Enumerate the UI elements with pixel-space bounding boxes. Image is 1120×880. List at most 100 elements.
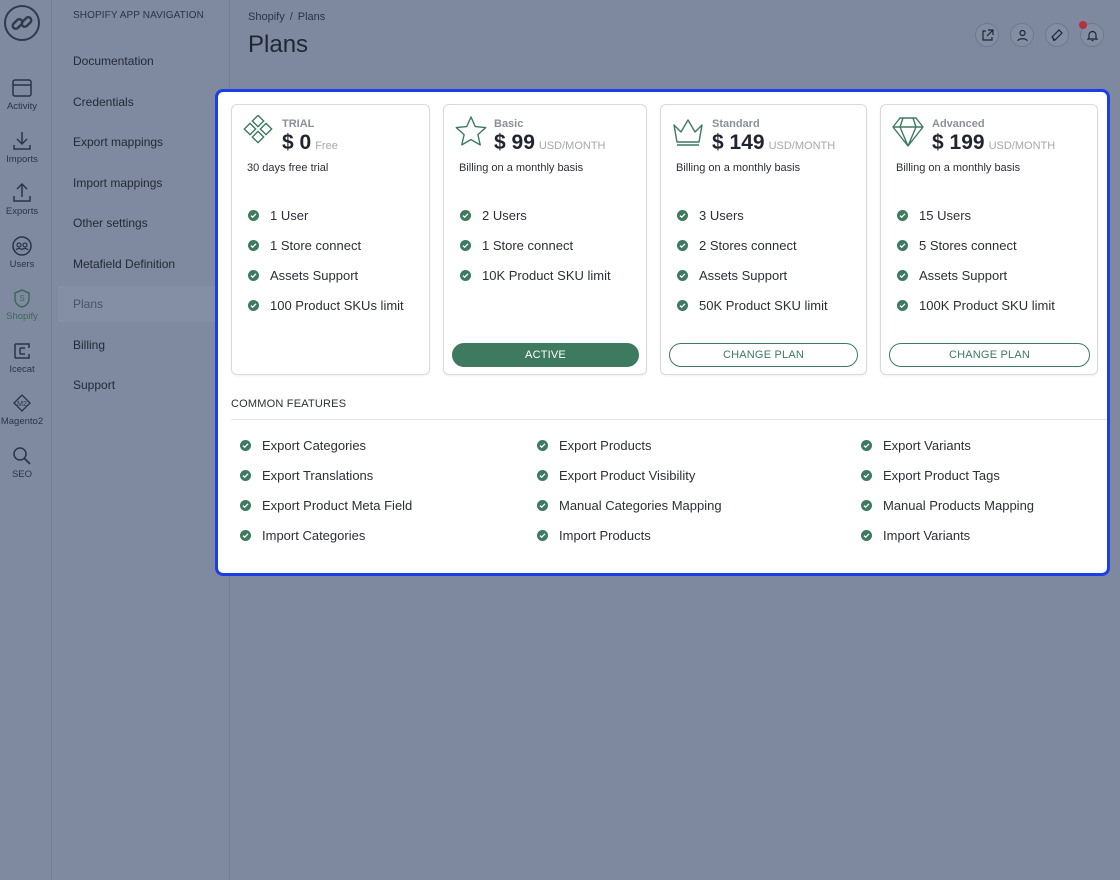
check-icon [248,269,259,281]
icon-rail: Activity Imports Exports Users S Shopify… [0,0,52,880]
common-feature: Export Categories [240,438,366,453]
plan-feature-list: 3 Users 2 Stores connect Assets Support … [677,200,828,320]
check-icon [677,269,688,281]
check-icon [248,239,259,251]
plan-name: Advanced [932,118,985,130]
feature-text: 100K Product SKU limit [919,297,1055,313]
change-plan-button[interactable]: CHANGE PLAN [889,343,1090,367]
rail-magento2[interactable]: M2 Magento2 [0,392,44,427]
subnav-item-metafield-definition[interactable]: Metafield Definition [58,246,216,282]
check-icon [537,500,548,511]
rail-label: Exports [5,206,39,217]
divider [231,419,1107,420]
open-external-button[interactable] [975,23,999,47]
header-actions [975,21,1104,47]
magento-icon: M2 [13,394,31,412]
feature-text: 3 Users [699,207,744,223]
magnifier-icon [13,447,31,465]
price-unit: Free [315,140,338,152]
plan-card-trial: TRIAL $ 0 Free 30 days free trial 1 User … [231,104,430,375]
notifications-button[interactable] [1079,21,1104,47]
plan-feature: 2 Users [460,200,611,230]
rail-label: Shopify [6,311,38,322]
plan-name: TRIAL [282,118,315,130]
profile-button[interactable] [1010,23,1034,47]
rail-users[interactable]: Users [0,235,44,270]
subnav-item-support[interactable]: Support [58,367,216,403]
plan-feature: 50K Product SKU limit [677,290,828,320]
price-amount: $ 199 [932,131,985,154]
feature-text: Export Product Meta Field [262,498,413,513]
feature-text: Import Variants [883,528,971,543]
subnav-item-credentials[interactable]: Credentials [58,84,216,120]
shopify-app-navigation: SHOPIFY APP NAVIGATION Documentation Cre… [52,0,230,880]
upload-icon [13,182,31,202]
plan-feature: 1 Store connect [460,230,611,260]
check-icon [240,530,251,541]
plan-price: $ 199 USD/MONTH [932,131,1055,155]
link-logo-icon [11,16,33,30]
feature-text: 2 Stores connect [699,237,797,253]
rail-label: Users [9,259,35,270]
rail-imports[interactable]: Imports [0,130,44,165]
check-icon [240,440,251,451]
subnav-item-documentation[interactable]: Documentation [58,43,216,79]
plan-description: 30 days free trial [247,162,329,174]
common-feature: Export Product Meta Field [240,498,412,513]
subnav-item-billing[interactable]: Billing [58,327,216,363]
announcements-button[interactable] [1045,23,1069,47]
check-icon [677,209,688,221]
check-icon [240,500,251,511]
plan-feature: 5 Stores connect [897,230,1055,260]
plan-feature: 10K Product SKU limit [460,260,611,290]
check-icon [677,239,688,251]
plan-name: Standard [712,118,760,130]
common-feature: Import Variants [861,528,970,543]
plan-feature: Assets Support [677,260,828,290]
check-icon [861,500,872,511]
feature-text: 1 Store connect [482,237,574,253]
notification-dot [1079,21,1087,29]
price-unit: USD/MONTH [538,140,606,152]
subnav-item-import-mappings[interactable]: Import mappings [58,165,216,201]
shopify-icon: S [14,289,30,308]
feature-text: Import Categories [262,528,366,543]
feature-text: Assets Support [270,267,359,283]
rail-icecat[interactable]: Icecat [0,340,44,375]
subnav-item-export-mappings[interactable]: Export mappings [58,124,216,160]
subnav-item-plans[interactable]: Plans [58,286,216,322]
check-icon [677,299,688,311]
rail-label: Activity [6,101,38,112]
breadcrumb-parent[interactable]: Shopify [248,11,285,23]
change-plan-button[interactable]: CHANGE PLAN [669,343,858,367]
active-plan-button[interactable]: ACTIVE [452,343,639,367]
feature-text: Export Product Visibility [559,468,696,483]
common-features-title: COMMON FEATURES [231,398,347,410]
feature-text: 50K Product SKU limit [699,297,828,313]
check-icon [240,470,251,481]
plan-feature: 100K Product SKU limit [897,290,1055,320]
rail-seo[interactable]: SEO [0,445,44,480]
svg-text:S: S [19,294,24,303]
common-feature: Export Product Visibility [537,468,695,483]
subnav-item-other-settings[interactable]: Other settings [58,205,216,241]
feature-text: 1 Store connect [270,237,362,253]
external-link-icon [981,28,994,41]
breadcrumb: Shopify / Plans [248,11,325,23]
rail-exports[interactable]: Exports [0,182,44,217]
feature-text: Manual Categories Mapping [559,498,722,513]
rail-shopify[interactable]: S Shopify [0,287,44,322]
check-icon [861,470,872,481]
feature-text: 5 Stores connect [919,237,1017,253]
plan-feature: Assets Support [897,260,1055,290]
common-feature: Manual Products Mapping [861,498,1034,513]
price-amount: $ 149 [712,131,765,154]
rail-activity[interactable]: Activity [0,77,44,112]
rail-label: Magento2 [0,416,44,427]
feature-text: Export Categories [262,438,367,453]
feature-text: 2 Users [482,207,527,223]
app-logo[interactable] [4,5,40,41]
check-icon [460,209,471,221]
common-feature: Import Categories [240,528,365,543]
plan-feature: 15 Users [897,200,1055,230]
